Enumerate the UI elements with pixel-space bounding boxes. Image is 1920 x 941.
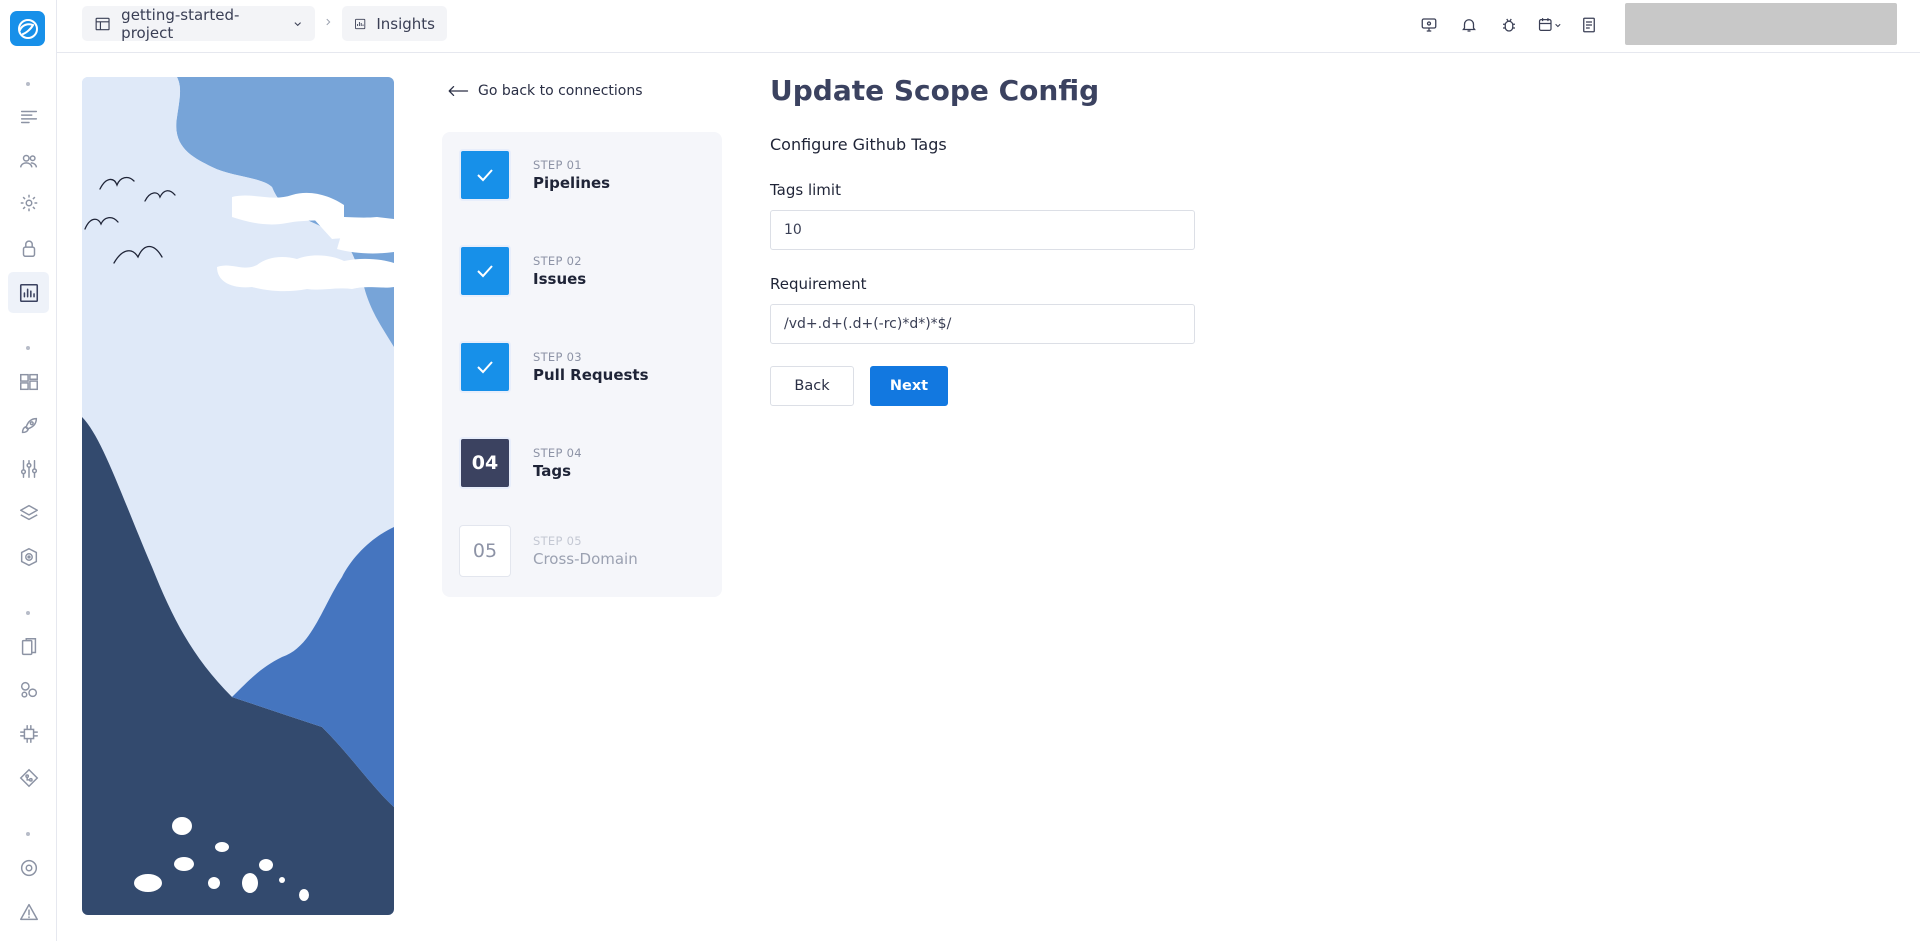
- steps-panel: STEP 01 Pipelines STEP 02 Issues STEP 03…: [442, 132, 722, 597]
- rail-divider-dot: [26, 346, 30, 350]
- back-button[interactable]: Back: [770, 366, 854, 406]
- monitor-icon[interactable]: [1418, 14, 1440, 36]
- gear-icon[interactable]: [13, 187, 44, 218]
- app-logo-icon[interactable]: [10, 11, 45, 46]
- check-icon: [477, 169, 493, 182]
- step-number: STEP 02: [533, 254, 582, 268]
- chip-icon[interactable]: [13, 718, 44, 749]
- step-tags[interactable]: 04 STEP 04 Tags: [459, 436, 582, 490]
- layers-icon[interactable]: [13, 497, 44, 528]
- step-issues[interactable]: STEP 02 Issues: [459, 244, 586, 298]
- project-name: getting-started-project: [121, 5, 240, 42]
- step-text: STEP 03 Pull Requests: [533, 350, 649, 384]
- step-text: STEP 05 Cross-Domain: [533, 534, 638, 568]
- rail-divider-dot: [26, 611, 30, 615]
- step-name: Issues: [533, 270, 587, 288]
- step-cross-domain[interactable]: 05 STEP 05 Cross-Domain: [459, 524, 638, 578]
- documents-icon[interactable]: [13, 631, 44, 662]
- back-to-connections-label: Go back to connections: [478, 83, 643, 99]
- page-title: Update Scope Config: [770, 74, 1100, 107]
- breadcrumb-chevron-icon: [323, 16, 333, 32]
- landscape-illustration: [82, 77, 394, 915]
- step-name: Pipelines: [533, 174, 611, 192]
- git-diamond-icon[interactable]: [13, 762, 44, 793]
- bell-icon[interactable]: [1458, 14, 1480, 36]
- insights-small-icon: [355, 18, 366, 29]
- dashboard-icon[interactable]: [13, 366, 44, 397]
- settings-circle-icon[interactable]: [13, 852, 44, 883]
- arrow-left-icon: [448, 85, 469, 97]
- breadcrumb-insights[interactable]: Insights: [342, 6, 447, 41]
- project-table-icon: [95, 17, 110, 30]
- step-pull-requests[interactable]: STEP 03 Pull Requests: [459, 340, 649, 394]
- section-name: Insights: [376, 14, 435, 33]
- step-number: STEP 04: [533, 446, 582, 460]
- bug-icon[interactable]: [1498, 14, 1520, 36]
- step-badge-todo: 05: [459, 525, 511, 577]
- tags-limit-label: Tags limit: [770, 181, 841, 199]
- requirement-label: Requirement: [770, 275, 867, 293]
- tags-limit-input[interactable]: [770, 210, 1195, 250]
- step-check-box: [459, 245, 511, 297]
- step-number: STEP 05: [533, 534, 582, 548]
- step-badge-current: 04: [459, 437, 511, 489]
- step-number: STEP 01: [533, 158, 582, 172]
- warning-icon[interactable]: [13, 896, 44, 927]
- project-selector[interactable]: getting-started-project: [82, 5, 315, 42]
- step-name: Pull Requests: [533, 366, 649, 384]
- target-icon[interactable]: [13, 541, 44, 572]
- rail-divider-dot: [26, 82, 30, 86]
- back-to-connections-link[interactable]: Go back to connections: [447, 83, 643, 99]
- check-icon: [477, 265, 493, 278]
- users-icon[interactable]: [13, 145, 44, 176]
- step-pipelines[interactable]: STEP 01 Pipelines: [459, 148, 610, 202]
- sliders-icon[interactable]: [13, 453, 44, 484]
- lock-icon[interactable]: [13, 232, 44, 263]
- rail-divider-dot: [26, 832, 30, 836]
- user-account-block[interactable]: [1625, 3, 1897, 45]
- step-name: Cross-Domain: [533, 550, 638, 568]
- illustration-panel: [82, 77, 394, 915]
- next-button[interactable]: Next: [870, 366, 948, 406]
- step-check-box: [459, 341, 511, 393]
- check-icon: [477, 361, 493, 374]
- calendar-dropdown-icon[interactable]: [1536, 14, 1566, 36]
- step-number: STEP 03: [533, 350, 582, 364]
- top-bar: getting-started-project Insights: [57, 0, 1920, 53]
- step-text: STEP 01 Pipelines: [533, 158, 610, 192]
- insights-chart-icon[interactable]: [8, 272, 49, 313]
- section-subtitle: Configure Github Tags: [770, 135, 947, 154]
- shapes-icon[interactable]: [13, 674, 44, 705]
- step-name: Tags: [533, 462, 572, 480]
- step-check-box: [459, 149, 511, 201]
- left-nav-rail: [0, 0, 57, 941]
- step-text: STEP 04 Tags: [533, 446, 582, 480]
- requirement-input[interactable]: [770, 304, 1195, 344]
- step-text: STEP 02 Issues: [533, 254, 586, 288]
- docs-icon[interactable]: [1578, 14, 1600, 36]
- menu-lines-icon[interactable]: [13, 101, 44, 132]
- chevron-down-icon: [294, 21, 301, 26]
- rocket-icon[interactable]: [13, 410, 44, 441]
